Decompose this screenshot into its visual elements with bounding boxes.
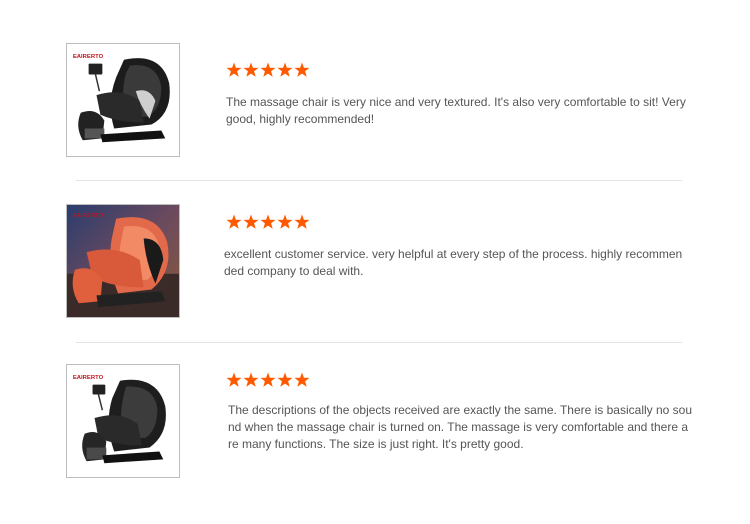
review-text-3: The descriptions of the objects received…: [228, 403, 693, 451]
black-massage-chair-icon: EAIRERTO: [67, 365, 179, 477]
svg-text:EAIRERTO: EAIRERTO: [73, 54, 104, 60]
star-rating-2: [226, 214, 310, 230]
product-thumbnail-3[interactable]: EAIRERTO: [66, 364, 180, 478]
five-star-icon: [226, 372, 310, 387]
product-thumbnail-1[interactable]: EAIRERTO: [66, 43, 180, 157]
star-rating-1: [226, 62, 310, 78]
star-rating-3: [226, 372, 310, 388]
black-massage-chair-icon: EAIRERTO: [67, 44, 179, 156]
review-divider: [76, 180, 682, 181]
five-star-icon: [226, 62, 310, 77]
review-text-1: The massage chair is very nice and very …: [226, 95, 686, 126]
orange-massage-chair-icon: EAIRERTO: [67, 205, 179, 317]
review-divider: [76, 342, 682, 343]
five-star-icon: [226, 214, 310, 229]
svg-text:EAIRERTO: EAIRERTO: [73, 213, 104, 219]
svg-text:EAIRERTO: EAIRERTO: [73, 375, 104, 381]
review-text-2: excellent customer service. very helpful…: [224, 247, 683, 278]
product-thumbnail-2[interactable]: EAIRERTO: [66, 204, 180, 318]
